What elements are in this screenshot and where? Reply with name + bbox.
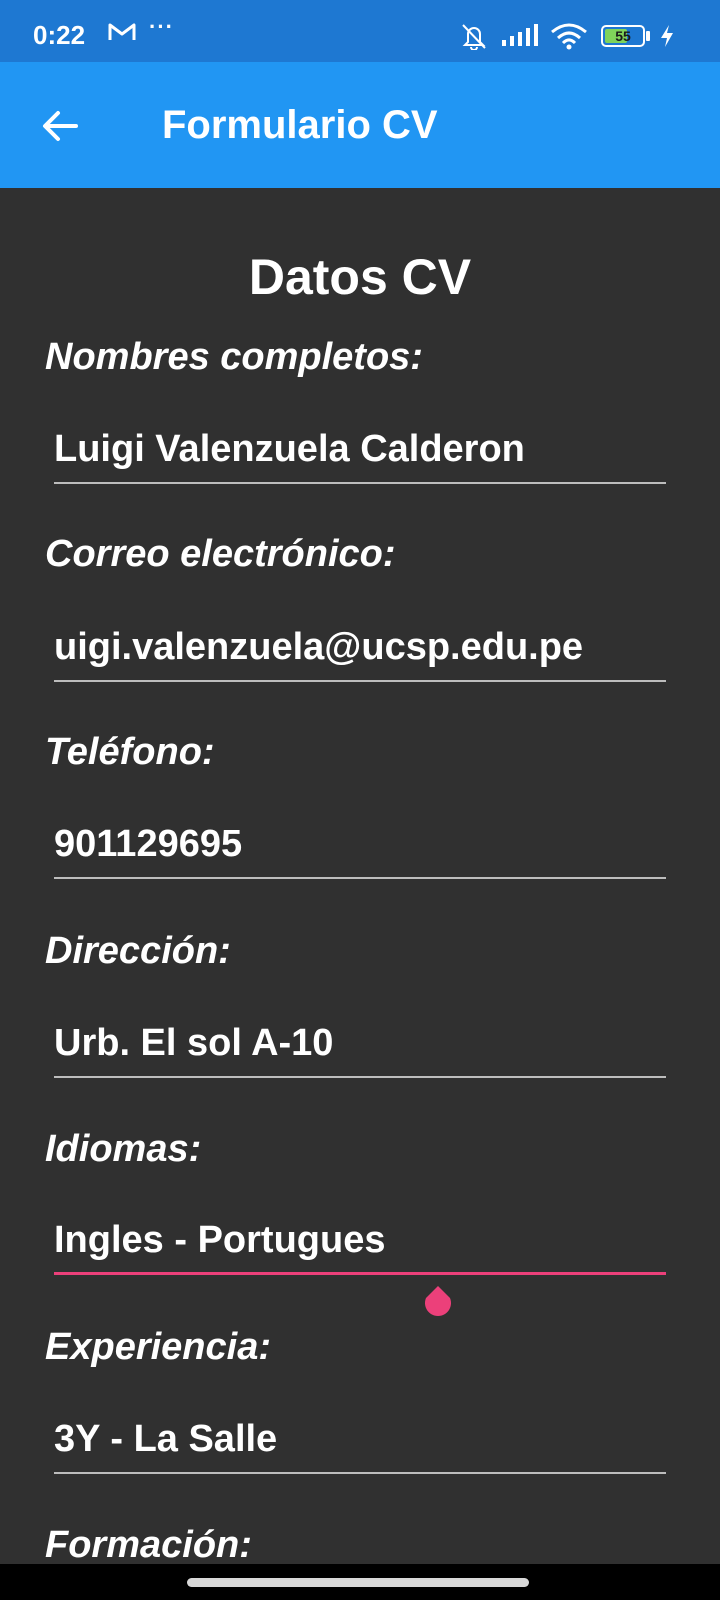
nombres-value: Luigi Valenzuela Calderon: [54, 428, 525, 470]
telefono-value: 901129695: [54, 823, 243, 865]
label-experiencia: Experiencia:: [45, 1326, 271, 1368]
label-idiomas: Idiomas:: [45, 1128, 202, 1170]
home-indicator[interactable]: [187, 1578, 529, 1587]
charging-bolt-icon: [661, 25, 673, 47]
label-direccion: Dirección:: [45, 930, 231, 972]
signal-icon: [502, 24, 538, 46]
direccion-input[interactable]: Urb. El sol A-10: [54, 1014, 666, 1078]
status-time: 0:22: [33, 20, 86, 50]
nombres-input[interactable]: Luigi Valenzuela Calderon: [54, 420, 666, 484]
wifi-icon: [551, 23, 587, 50]
status-bar: 0:22 ··· 55: [0, 0, 720, 62]
correo-value: uigi.valenzuela@ucsp.edu.pe: [54, 626, 584, 668]
correo-input[interactable]: uigi.valenzuela@ucsp.edu.pe: [54, 618, 666, 682]
battery-icon: 55: [601, 25, 645, 47]
experiencia-input[interactable]: 3Y - La Salle: [54, 1410, 666, 1474]
page-title: Formulario CV: [162, 103, 438, 147]
arrow-left-icon[interactable]: [36, 102, 84, 150]
label-telefono: Teléfono:: [45, 731, 215, 773]
bell-muted-icon: [462, 24, 486, 50]
direccion-value: Urb. El sol A-10: [54, 1022, 334, 1064]
label-correo: Correo electrónico:: [45, 533, 396, 575]
navigation-bar: [0, 1564, 720, 1600]
more-dots-icon: ···: [149, 14, 174, 39]
telefono-input[interactable]: 901129695: [54, 815, 666, 879]
battery-level: 55: [615, 28, 631, 44]
text-cursor-handle[interactable]: [422, 1286, 454, 1320]
experiencia-value: 3Y - La Salle: [54, 1418, 278, 1460]
app-bar: Formulario CV: [0, 62, 720, 188]
label-formacion: Formación:: [45, 1524, 252, 1564]
gmail-icon: [108, 23, 136, 40]
idiomas-input[interactable]: Ingles - Portugues: [54, 1211, 666, 1275]
section-title: Datos CV: [248, 249, 472, 305]
idiomas-value: Ingles - Portugues: [54, 1219, 386, 1261]
label-nombres: Nombres completos:: [45, 336, 423, 378]
form-scroll-area[interactable]: Datos CV Nombres completos: Luigi Valenz…: [0, 188, 720, 1564]
